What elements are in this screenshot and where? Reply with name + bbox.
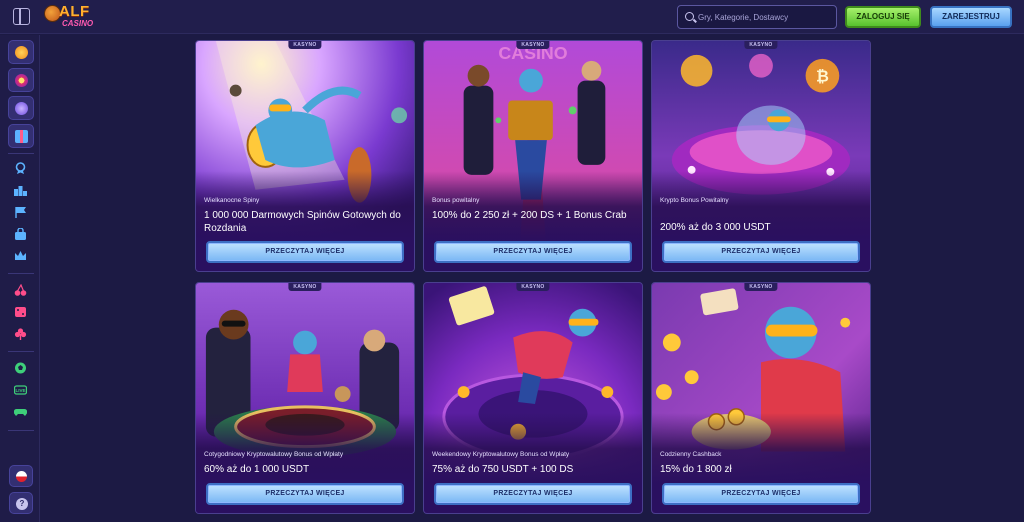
soccer-ball-icon[interactable]: [14, 362, 27, 374]
gem-icon[interactable]: [8, 96, 34, 120]
wheel-icon[interactable]: [8, 68, 34, 92]
podium-icon[interactable]: [14, 184, 27, 196]
search-icon: [685, 12, 694, 21]
category-tag: KASYNO: [744, 283, 778, 291]
promo-category: Codzienny Cashback: [660, 451, 722, 458]
promo-title: 100% do 2 250 zł + 200 DS + 1 Bonus Crab: [432, 210, 627, 221]
gamepad-icon[interactable]: [14, 406, 27, 418]
sidebar-divider: [8, 430, 34, 431]
promo-card[interactable]: KASYNO Weekendowy Kryptowalutowy Bonus o…: [423, 282, 643, 514]
sidebar-divider: [8, 153, 34, 154]
login-button[interactable]: ZALOGUJ SIĘ: [845, 6, 921, 28]
promo-card[interactable]: KASYNO Codzienny Cashback 15% do 1 800 z…: [651, 282, 871, 514]
promo-card[interactable]: KASYNO Cotygodniowy Kryptowalutowy Bonus…: [195, 282, 415, 514]
read-more-button[interactable]: PRZECZYTAJ WIĘCEJ: [206, 483, 404, 505]
medal-icon[interactable]: [14, 162, 27, 174]
gift-icon[interactable]: [8, 124, 34, 148]
promo-title: 1 000 000 Darmowych Spinów Gotowych do R…: [204, 210, 401, 234]
promo-card[interactable]: ₿ KASYNO Krypto Bonus Powitalny 200% aż …: [651, 40, 871, 272]
promo-category: Weekendowy Kryptowalutowy Bonus od Wpłat…: [432, 451, 570, 458]
logo-subtext: CASINO: [62, 19, 94, 28]
read-more-button[interactable]: PRZECZYTAJ WIĘCEJ: [662, 483, 860, 505]
promo-card[interactable]: KASYNO Wielkanocne Spiny 1 000 000 Darmo…: [195, 40, 415, 272]
promo-category: Krypto Bonus Powitalny: [660, 197, 729, 204]
search-input[interactable]: [698, 10, 833, 25]
category-tag: KASYNO: [516, 283, 550, 291]
sidebar-divider: [8, 273, 34, 274]
dice-icon[interactable]: [14, 306, 27, 318]
promo-title: 200% aż do 3 000 USDT: [660, 222, 771, 233]
casino-chip-icon[interactable]: [8, 40, 34, 64]
register-button[interactable]: ZAREJESTRUJ: [930, 6, 1012, 28]
live-icon[interactable]: LIVE: [14, 384, 27, 396]
cherry-icon[interactable]: [14, 284, 27, 296]
promo-title: 75% aż do 750 USDT + 100 DS: [432, 464, 574, 475]
sidebar-toggle-icon[interactable]: [13, 8, 30, 25]
read-more-button[interactable]: PRZECZYTAJ WIĘCEJ: [662, 241, 860, 263]
help-icon: ?: [16, 498, 28, 510]
race-flag-icon[interactable]: [14, 206, 27, 218]
search-box[interactable]: [677, 5, 837, 29]
read-more-button[interactable]: PRZECZYTAJ WIĘCEJ: [206, 241, 404, 263]
read-more-button[interactable]: PRZECZYTAJ WIĘCEJ: [434, 483, 632, 505]
shop-bag-icon[interactable]: [14, 228, 27, 240]
sidebar: LIVE ?: [0, 35, 40, 522]
svg-text:₿: ₿: [816, 68, 829, 86]
promo-category: Wielkanocne Spiny: [204, 197, 260, 204]
logo-text: ALF: [59, 3, 90, 20]
crown-icon[interactable]: [14, 250, 27, 262]
clover-icon[interactable]: [14, 328, 27, 340]
promo-category: Cotygodniowy Kryptowalutowy Bonus od Wpł…: [204, 451, 344, 458]
language-selector[interactable]: [9, 465, 33, 487]
poland-flag-icon: [16, 471, 27, 482]
logo[interactable]: ALF CASINO: [44, 2, 94, 32]
sidebar-divider: [8, 351, 34, 352]
help-button[interactable]: ?: [9, 492, 33, 514]
category-tag: KASYNO: [516, 41, 550, 49]
promo-title: 60% aż do 1 000 USDT: [204, 464, 310, 475]
read-more-button[interactable]: PRZECZYTAJ WIĘCEJ: [434, 241, 632, 263]
promo-title: 15% do 1 800 zł: [660, 464, 732, 475]
category-tag: KASYNO: [288, 41, 322, 49]
promo-card[interactable]: CASINO KASYNO Bonus powitalny 100% do 2 …: [423, 40, 643, 272]
promo-category: Bonus powitalny: [432, 197, 480, 204]
top-bar: ALF CASINO ZALOGUJ SIĘ ZAREJESTRUJ: [0, 0, 1024, 34]
category-tag: KASYNO: [744, 41, 778, 49]
category-tag: KASYNO: [288, 283, 322, 291]
svg-text:LIVE: LIVE: [15, 388, 25, 393]
